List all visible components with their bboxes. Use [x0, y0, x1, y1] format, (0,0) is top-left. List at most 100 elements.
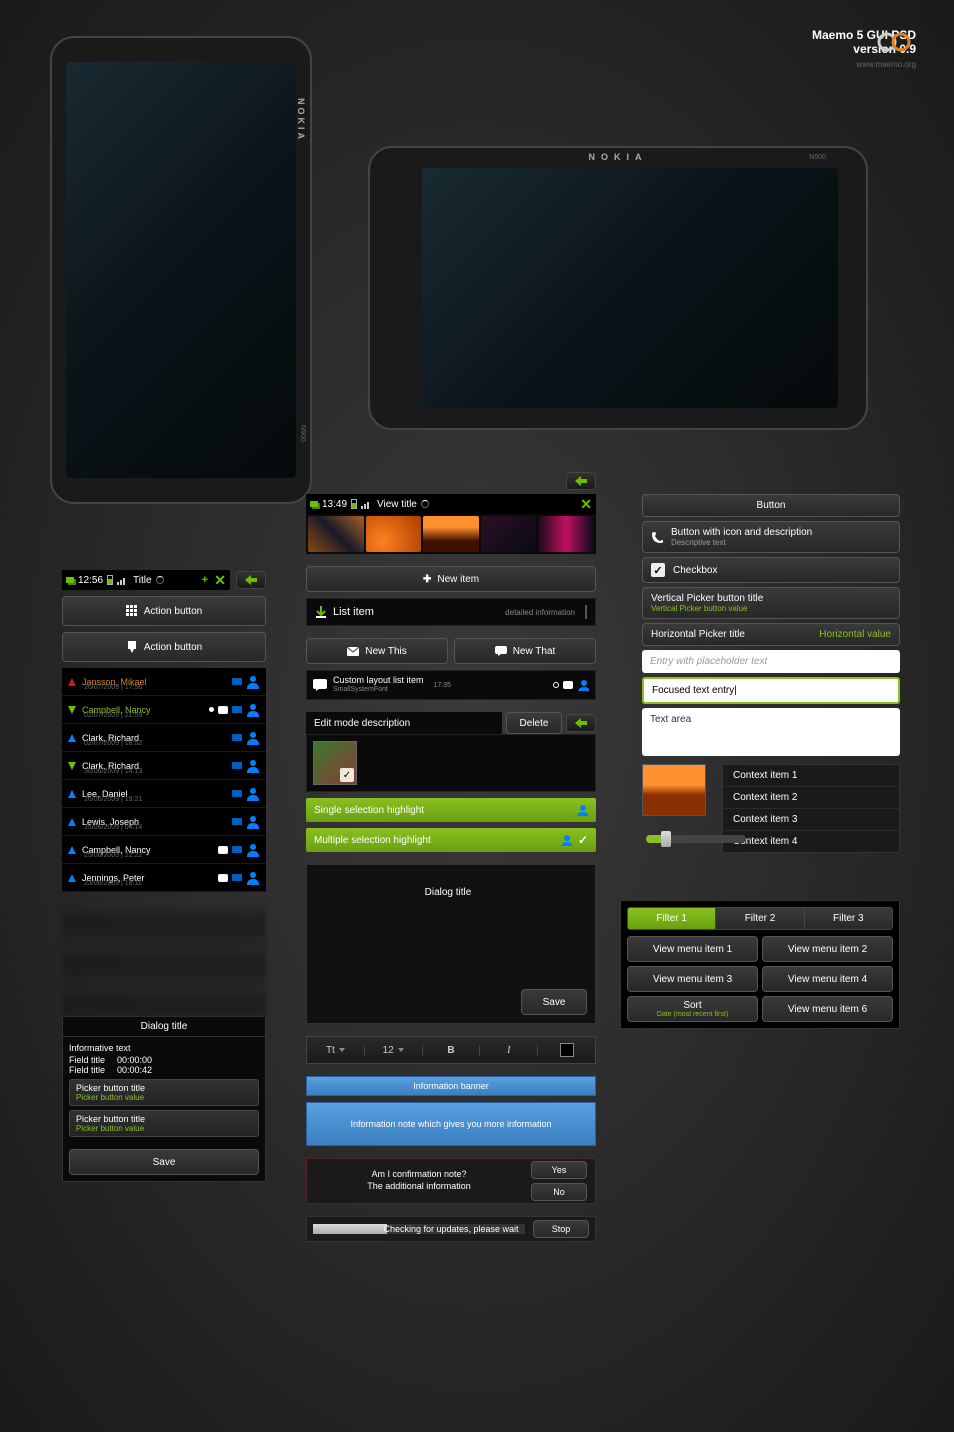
back-button[interactable] [566, 714, 596, 732]
delete-button[interactable]: Delete [506, 712, 562, 734]
thumbnail[interactable] [538, 516, 594, 552]
text-entry-placeholder[interactable]: Entry with placeholder text [642, 650, 900, 673]
sort-button[interactable]: SortDate (most recent first) [627, 996, 758, 1022]
slider-knob[interactable] [661, 831, 671, 847]
confirm-question: Am I confirmation note? [315, 1169, 523, 1181]
chat-icon [218, 874, 228, 882]
call-direction-icon [68, 678, 76, 686]
view-menu-item[interactable]: View menu item 1 [627, 936, 758, 962]
action-button-2[interactable]: Action button [62, 632, 266, 662]
italic-button[interactable]: I [480, 1045, 538, 1056]
battery-icon [107, 575, 113, 585]
context-menu-item[interactable]: Context item 2 [723, 787, 899, 809]
context-menu-item[interactable]: Context item 3 [723, 809, 899, 831]
chevron-down-icon [398, 1048, 404, 1052]
status-dot-icon [209, 707, 214, 712]
edit-mode-description: Edit mode description [306, 712, 502, 734]
back-button[interactable] [236, 571, 266, 589]
icon-description-button[interactable]: Button with icon and description Descrip… [642, 521, 900, 553]
task-switcher-icon[interactable] [66, 577, 74, 583]
single-selection-row[interactable]: Single selection highlight [306, 798, 596, 822]
back-button[interactable] [566, 472, 596, 490]
task-switcher-icon[interactable] [310, 501, 318, 507]
selected-thumbnail[interactable]: ✓ [313, 741, 357, 785]
view-menu-item[interactable]: View menu item 6 [762, 996, 893, 1022]
call-direction-icon [68, 874, 76, 882]
view-menu-item[interactable]: View menu item 4 [762, 966, 893, 992]
generic-button[interactable]: Button [642, 494, 900, 517]
close-icon[interactable]: ✕ [214, 572, 226, 589]
thumbnail[interactable] [308, 516, 364, 552]
new-this-button[interactable]: New This [306, 638, 448, 664]
contact-list: Jansson, Mikael26/07/2009 | 17:56Campbel… [62, 668, 266, 892]
mail-icon [347, 647, 359, 656]
picker-button[interactable]: Picker button title Picker button value [69, 1110, 259, 1137]
person-icon [246, 815, 260, 829]
save-button[interactable]: Save [521, 989, 587, 1015]
slider[interactable] [646, 835, 746, 843]
person-icon [246, 759, 260, 773]
text-toolbar: Tt 12 B I [306, 1036, 596, 1064]
yes-button[interactable]: Yes [531, 1161, 587, 1179]
picker-title: Horizontal Picker title [651, 629, 745, 640]
view-menu-item[interactable]: View menu item 3 [627, 966, 758, 992]
new-that-button[interactable]: New That [454, 638, 596, 664]
vertical-picker-button[interactable]: Vertical Picker button title Vertical Pi… [642, 587, 900, 619]
download-icon [126, 641, 138, 653]
contact-row[interactable]: Clark, Richard30/06/2009 | 14:13 [62, 752, 266, 780]
add-icon[interactable]: + [202, 574, 208, 586]
filter-tab[interactable]: Filter 3 [805, 908, 892, 929]
font-family-picker[interactable]: Tt [307, 1045, 365, 1056]
mail-icon [232, 790, 242, 797]
download-icon [315, 606, 327, 618]
close-icon[interactable]: ✕ [580, 496, 592, 513]
context-menu: Context item 1Context item 2Context item… [722, 764, 900, 853]
font-size-picker[interactable]: 12 [365, 1045, 423, 1056]
person-icon [246, 675, 260, 689]
custom-list-item[interactable]: Custom layout list item SmallSystemFont … [306, 670, 596, 700]
contact-row[interactable]: Lee, Daniel26/06/2009 | 19:21 [62, 780, 266, 808]
context-menu-item[interactable]: Context item 4 [723, 831, 899, 852]
checkbox-button[interactable]: ✓ Checkbox [642, 557, 900, 583]
save-button[interactable]: Save [69, 1149, 259, 1175]
header-url: www.maemo.org [812, 60, 916, 69]
context-menu-item[interactable]: Context item 1 [723, 765, 899, 787]
field-value: 00:00:42 [117, 1065, 152, 1075]
no-button[interactable]: No [531, 1183, 587, 1201]
list-item[interactable]: List item detailed information [306, 598, 596, 626]
text-entry-focused[interactable]: Focused text entry [642, 677, 900, 704]
thumbnail[interactable] [366, 516, 422, 552]
status-bar[interactable]: 12:56 Title + ✕ [62, 570, 230, 590]
color-swatch [560, 1043, 574, 1057]
stop-button[interactable]: Stop [533, 1220, 589, 1238]
thumbnail[interactable] [423, 516, 479, 552]
contact-row[interactable]: Jansson, Mikael26/07/2009 | 17:56 [62, 668, 266, 696]
button-label: New item [437, 574, 479, 585]
bold-button[interactable]: B [423, 1045, 481, 1056]
new-item-button[interactable]: ✚ New item [306, 566, 596, 592]
horizontal-picker-button[interactable]: Horizontal Picker title Horizontal value [642, 623, 900, 646]
blurred-background [62, 908, 266, 1016]
color-picker[interactable] [538, 1043, 595, 1057]
thumbnail[interactable] [481, 516, 537, 552]
filter-tab[interactable]: Filter 1 [628, 908, 716, 929]
call-direction-icon [68, 762, 76, 770]
picker-button[interactable]: Picker button title Picker button value [69, 1079, 259, 1106]
contact-row[interactable]: Jennings, Peter23/06/2009 | 18:11 [62, 864, 266, 892]
text-area[interactable]: Text area [642, 708, 900, 756]
thumbnail-strip[interactable] [306, 514, 596, 554]
contact-row[interactable]: Lewis, Joseph25/06/2009 | 04:14 [62, 808, 266, 836]
filter-tab[interactable]: Filter 2 [716, 908, 804, 929]
status-bar[interactable]: 13:49 View title ✕ [306, 494, 596, 514]
multi-selection-row[interactable]: Multiple selection highlight ✓ [306, 828, 596, 852]
contact-row[interactable]: Campbell, Nancy02/07/2009 | 21:59 [62, 696, 266, 724]
brand-label: NOKIA [296, 98, 306, 142]
view-menu-item[interactable]: View menu item 2 [762, 936, 893, 962]
chevron-down-icon [339, 1048, 345, 1052]
contact-row[interactable]: Campbell, Nancy25/06/2009 | 22:22 [62, 836, 266, 864]
context-thumbnail[interactable] [642, 764, 706, 816]
contact-row[interactable]: Clark, Richard02/07/2009 | 18:52 [62, 724, 266, 752]
action-button-1[interactable]: Action button [62, 596, 266, 626]
picker-title: Picker button title [76, 1114, 252, 1124]
contact-meta: 26/07/2009 | 17:56 [84, 684, 142, 691]
